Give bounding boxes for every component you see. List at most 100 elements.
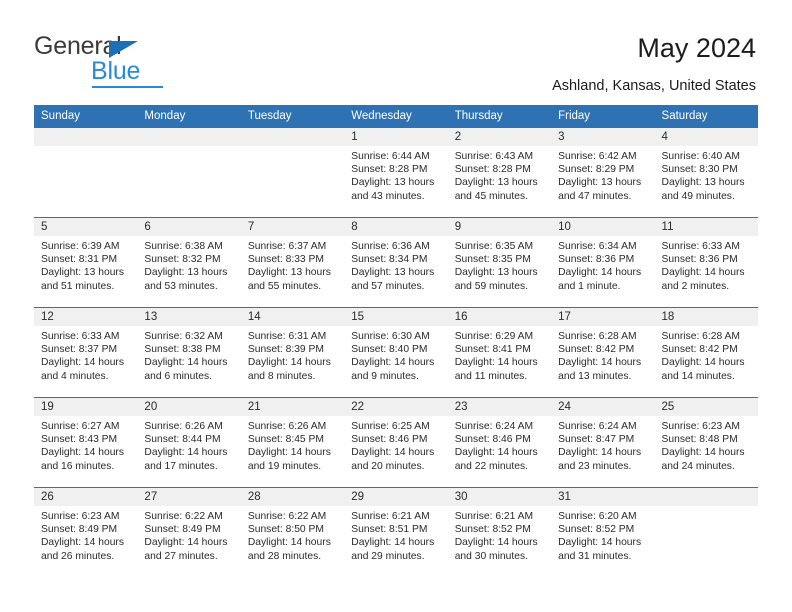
- day-cell[interactable]: 24 Sunrise: 6:24 AM Sunset: 8:47 PM Dayl…: [551, 397, 655, 488]
- week-row: 12 Sunrise: 6:33 AM Sunset: 8:37 PM Dayl…: [34, 307, 758, 398]
- day-cell[interactable]: 21 Sunrise: 6:26 AM Sunset: 8:45 PM Dayl…: [240, 397, 345, 488]
- day-info: Sunrise: 6:32 AM Sunset: 8:38 PM Dayligh…: [137, 326, 240, 383]
- day-cell[interactable]: 3 Sunrise: 6:42 AM Sunset: 8:29 PM Dayli…: [551, 127, 655, 218]
- day-cell[interactable]: [34, 127, 138, 218]
- sunrise-text: Sunrise: 6:31 AM: [247, 331, 327, 342]
- weekday-header-tuesday: Tuesday: [240, 105, 345, 128]
- day-cell[interactable]: 27 Sunrise: 6:22 AM Sunset: 8:49 PM Dayl…: [137, 487, 241, 578]
- day-number: 21: [240, 398, 345, 416]
- daylight-text-line2: and 29 minutes.: [351, 550, 425, 562]
- daylight-text-line1: Daylight: 14 hours: [41, 357, 124, 369]
- day-info: Sunrise: 6:26 AM Sunset: 8:45 PM Dayligh…: [241, 416, 344, 473]
- day-cell[interactable]: 13 Sunrise: 6:32 AM Sunset: 8:38 PM Dayl…: [137, 307, 241, 398]
- sunset-text: Sunset: 8:44 PM: [144, 434, 221, 446]
- day-number: [137, 128, 241, 146]
- day-info: Sunrise: 6:28 AM Sunset: 8:42 PM Dayligh…: [655, 326, 758, 383]
- day-cell[interactable]: 8 Sunrise: 6:36 AM Sunset: 8:34 PM Dayli…: [344, 217, 448, 308]
- day-cell[interactable]: 30 Sunrise: 6:21 AM Sunset: 8:52 PM Dayl…: [447, 487, 552, 578]
- daylight-text-line2: and 4 minutes.: [41, 370, 109, 382]
- day-number: 10: [551, 218, 655, 236]
- day-cell[interactable]: 2 Sunrise: 6:43 AM Sunset: 8:28 PM Dayli…: [447, 127, 552, 218]
- daylight-text-line2: and 23 minutes.: [558, 460, 632, 472]
- calendar-header-row: Sunday Monday Tuesday Wednesday Thursday…: [34, 105, 758, 128]
- day-cell[interactable]: [654, 487, 758, 578]
- day-cell[interactable]: 11 Sunrise: 6:33 AM Sunset: 8:36 PM Dayl…: [654, 217, 758, 308]
- sunrise-text: Sunrise: 6:34 AM: [558, 241, 637, 252]
- day-number: 3: [551, 128, 655, 146]
- daylight-text-line1: Daylight: 14 hours: [661, 447, 745, 459]
- day-cell[interactable]: 22 Sunrise: 6:25 AM Sunset: 8:46 PM Dayl…: [344, 397, 448, 488]
- day-cell[interactable]: 14 Sunrise: 6:31 AM Sunset: 8:39 PM Dayl…: [240, 307, 345, 398]
- day-cell[interactable]: 19 Sunrise: 6:27 AM Sunset: 8:43 PM Dayl…: [34, 397, 138, 488]
- day-cell[interactable]: 20 Sunrise: 6:26 AM Sunset: 8:44 PM Dayl…: [137, 397, 241, 488]
- day-number: [34, 128, 138, 146]
- general-blue-logo[interactable]: General Blue: [34, 32, 264, 88]
- day-cell[interactable]: 12 Sunrise: 6:33 AM Sunset: 8:37 PM Dayl…: [34, 307, 138, 398]
- daylight-text-line2: and 31 minutes.: [558, 550, 632, 562]
- daylight-text-line1: Daylight: 14 hours: [41, 447, 124, 459]
- sunrise-text: Sunrise: 6:30 AM: [351, 331, 430, 342]
- day-number: 5: [34, 218, 138, 236]
- logo-underline: [92, 86, 163, 88]
- daylight-text-line2: and 13 minutes.: [558, 370, 632, 382]
- day-cell[interactable]: 26 Sunrise: 6:23 AM Sunset: 8:49 PM Dayl…: [34, 487, 138, 578]
- day-number: 19: [34, 398, 138, 416]
- day-cell[interactable]: [137, 127, 241, 218]
- daylight-text-line2: and 45 minutes.: [454, 190, 528, 202]
- day-cell[interactable]: 7 Sunrise: 6:37 AM Sunset: 8:33 PM Dayli…: [240, 217, 345, 308]
- day-cell[interactable]: 6 Sunrise: 6:38 AM Sunset: 8:32 PM Dayli…: [137, 217, 241, 308]
- daylight-text-line2: and 43 minutes.: [351, 190, 425, 202]
- day-cell[interactable]: 9 Sunrise: 6:35 AM Sunset: 8:35 PM Dayli…: [447, 217, 552, 308]
- daylight-text-line1: Daylight: 14 hours: [247, 357, 331, 369]
- daylight-text-line2: and 9 minutes.: [351, 370, 419, 382]
- sunset-text: Sunset: 8:36 PM: [661, 254, 738, 266]
- day-number: 28: [240, 488, 345, 506]
- sunset-text: Sunset: 8:42 PM: [558, 344, 635, 356]
- day-cell[interactable]: 25 Sunrise: 6:23 AM Sunset: 8:48 PM Dayl…: [654, 397, 758, 488]
- day-cell[interactable]: 16 Sunrise: 6:29 AM Sunset: 8:41 PM Dayl…: [447, 307, 552, 398]
- day-info: [241, 146, 344, 150]
- sunrise-text: Sunrise: 6:29 AM: [454, 331, 534, 342]
- sunset-text: Sunset: 8:29 PM: [558, 164, 635, 176]
- sunset-text: Sunset: 8:28 PM: [454, 164, 531, 176]
- day-info: Sunrise: 6:21 AM Sunset: 8:52 PM Dayligh…: [448, 506, 551, 563]
- sunrise-text: Sunrise: 6:28 AM: [558, 331, 637, 342]
- daylight-text-line1: Daylight: 14 hours: [144, 537, 228, 549]
- daylight-text-line2: and 30 minutes.: [454, 550, 528, 562]
- day-cell[interactable]: 15 Sunrise: 6:30 AM Sunset: 8:40 PM Dayl…: [344, 307, 448, 398]
- daylight-text-line1: Daylight: 14 hours: [558, 447, 642, 459]
- day-cell[interactable]: 23 Sunrise: 6:24 AM Sunset: 8:46 PM Dayl…: [447, 397, 552, 488]
- day-cell[interactable]: 5 Sunrise: 6:39 AM Sunset: 8:31 PM Dayli…: [34, 217, 138, 308]
- day-cell[interactable]: 17 Sunrise: 6:28 AM Sunset: 8:42 PM Dayl…: [551, 307, 655, 398]
- day-info: Sunrise: 6:42 AM Sunset: 8:29 PM Dayligh…: [551, 146, 654, 203]
- calendar-page: General Blue May 2024 Ashland, Kansas, U…: [0, 0, 792, 612]
- daylight-text-line1: Daylight: 14 hours: [247, 447, 331, 459]
- day-number: 12: [34, 308, 138, 326]
- sunrise-text: Sunrise: 6:37 AM: [247, 241, 327, 252]
- daylight-text-line2: and 20 minutes.: [351, 460, 425, 472]
- day-cell[interactable]: 18 Sunrise: 6:28 AM Sunset: 8:42 PM Dayl…: [654, 307, 758, 398]
- day-cell[interactable]: 4 Sunrise: 6:40 AM Sunset: 8:30 PM Dayli…: [654, 127, 758, 218]
- day-cell[interactable]: 10 Sunrise: 6:34 AM Sunset: 8:36 PM Dayl…: [551, 217, 655, 308]
- daylight-text-line1: Daylight: 14 hours: [41, 537, 124, 549]
- day-info: Sunrise: 6:33 AM Sunset: 8:36 PM Dayligh…: [655, 236, 758, 293]
- day-number: 8: [344, 218, 448, 236]
- daylight-text-line2: and 57 minutes.: [351, 280, 425, 292]
- day-info: [137, 146, 240, 150]
- daylight-text-line1: Daylight: 13 hours: [454, 267, 538, 279]
- day-info: Sunrise: 6:34 AM Sunset: 8:36 PM Dayligh…: [551, 236, 654, 293]
- day-info: [34, 146, 137, 150]
- day-cell[interactable]: 1 Sunrise: 6:44 AM Sunset: 8:28 PM Dayli…: [344, 127, 448, 218]
- day-info: Sunrise: 6:22 AM Sunset: 8:49 PM Dayligh…: [137, 506, 240, 563]
- daylight-text-line1: Daylight: 14 hours: [144, 357, 228, 369]
- day-cell[interactable]: [240, 127, 345, 218]
- sunrise-text: Sunrise: 6:25 AM: [351, 421, 430, 432]
- daylight-text-line1: Daylight: 13 hours: [351, 267, 435, 279]
- day-cell[interactable]: 29 Sunrise: 6:21 AM Sunset: 8:51 PM Dayl…: [344, 487, 448, 578]
- sunrise-text: Sunrise: 6:23 AM: [661, 421, 740, 432]
- day-cell[interactable]: 28 Sunrise: 6:22 AM Sunset: 8:50 PM Dayl…: [240, 487, 345, 578]
- day-cell[interactable]: 31 Sunrise: 6:20 AM Sunset: 8:52 PM Dayl…: [551, 487, 655, 578]
- day-number: 25: [654, 398, 758, 416]
- day-number: 30: [447, 488, 552, 506]
- day-number: 20: [137, 398, 241, 416]
